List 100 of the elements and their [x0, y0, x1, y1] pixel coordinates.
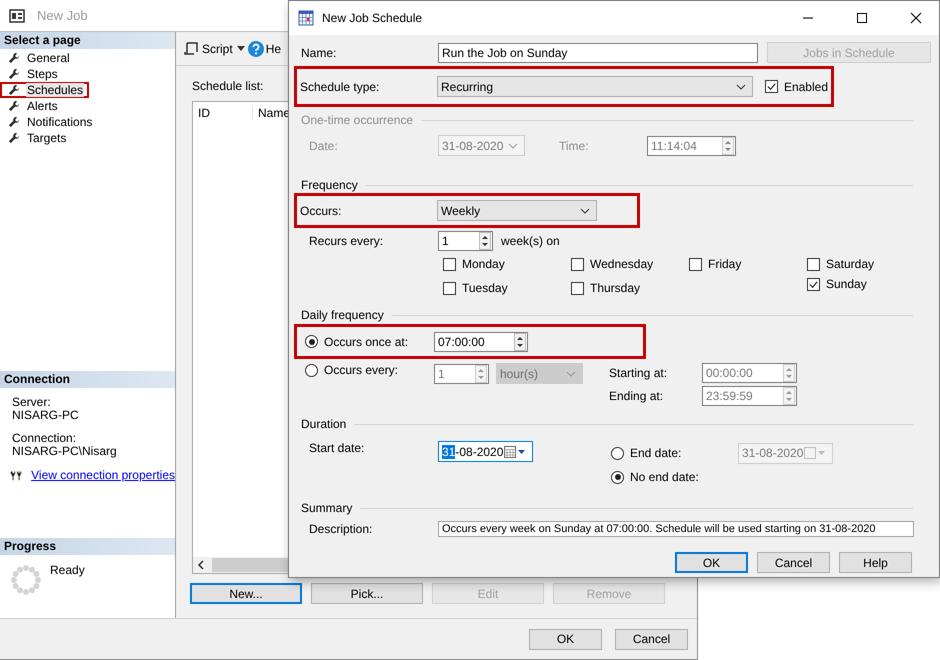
page-item[interactable]: Targets — [0, 130, 72, 146]
starting-at-label: Starting at: — [609, 366, 668, 380]
help-icon — [248, 40, 264, 56]
time-spin-field[interactable]: 07:00:00 — [434, 332, 528, 352]
list-button[interactable]: New... — [190, 583, 302, 604]
page-item[interactable]: Alerts — [0, 98, 64, 114]
radio-button[interactable] — [611, 470, 624, 484]
radio-button[interactable] — [305, 364, 318, 376]
checkbox[interactable] — [443, 282, 456, 294]
name-field[interactable]: Run the Job on Sunday — [438, 42, 758, 62]
recurs-unit: week(s) on — [501, 234, 560, 248]
maximize-icon[interactable] — [856, 12, 868, 24]
time-label: Time: — [558, 138, 590, 152]
spin-arrows-icon — [479, 232, 491, 250]
server-label: Server: — [12, 396, 52, 409]
chevron-down-icon — [566, 370, 576, 376]
occurs-dropdown[interactable]: Weekly — [437, 200, 597, 221]
radio-label: No end date: — [630, 470, 699, 484]
spin-arrows-icon — [783, 364, 795, 382]
checkbox-label: Saturday — [826, 257, 874, 271]
occurs-label: Occurs: — [300, 204, 342, 218]
date-label: Date: — [309, 138, 339, 152]
radio-label: End date: — [630, 446, 682, 460]
connection-label: Connection: — [12, 432, 78, 445]
script-icon — [183, 40, 199, 56]
checkbox-label: Friday — [708, 257, 742, 271]
wrench-icon — [8, 84, 20, 96]
checkbox-label: Thursday — [590, 281, 640, 295]
schedule-list-label: Schedule list: — [192, 80, 264, 93]
time-spin-field[interactable]: 23:59:59 — [702, 386, 797, 406]
checkbox[interactable] — [443, 258, 456, 270]
group-title: Daily frequency — [301, 308, 384, 322]
scroll-thumb[interactable] — [212, 558, 290, 572]
name-label: Name: — [301, 46, 338, 60]
checkbox-label: Sunday — [826, 277, 867, 291]
radio-button[interactable] — [305, 335, 318, 348]
help-toolbar-button[interactable]: He — [248, 40, 282, 56]
checkbox-label: Wednesday — [590, 257, 654, 271]
section-header: Select a page — [0, 32, 175, 49]
wrench-icon — [8, 52, 20, 64]
end-date-field[interactable]: 31-08-2020 — [738, 442, 833, 464]
checkbox[interactable] — [571, 258, 584, 270]
group-title: Duration — [301, 417, 346, 431]
wrench-icon — [8, 68, 20, 80]
time-spin-field[interactable]: 00:00:00 — [702, 363, 797, 383]
description-field[interactable]: Occurs every week on Sunday at 07:00:00. Schedule will be used starting on 31-08-2020 — [438, 521, 914, 537]
calendar-dropdown-icon — [504, 446, 526, 458]
caret-icon[interactable] — [236, 46, 245, 51]
calendar-dropdown-icon — [804, 447, 826, 459]
dialog-button[interactable]: OK — [529, 628, 602, 650]
checkbox-label: Enabled — [784, 80, 828, 94]
section-header: Progress — [0, 538, 175, 555]
dialog-button[interactable]: Help — [839, 552, 912, 573]
list-button[interactable]: Pick... — [311, 583, 423, 604]
window-title: New Job — [37, 8, 88, 23]
window-icon — [9, 8, 25, 24]
wrench-icon — [8, 116, 20, 128]
group-title: Summary — [301, 501, 352, 515]
close-icon[interactable] — [910, 12, 922, 24]
group-title: Frequency — [301, 178, 358, 192]
wrench-icon — [8, 132, 20, 144]
radio-label: Occurs every: — [324, 363, 398, 377]
checkbox[interactable] — [807, 278, 820, 290]
page-item[interactable]: General — [0, 50, 76, 66]
start-date-field[interactable]: 31-08-2020 — [438, 441, 533, 462]
start-date-label: Start date: — [309, 441, 366, 455]
chevron-down-icon — [508, 142, 518, 148]
connection-properties-link[interactable]: View connection properties — [31, 468, 175, 482]
group-title: One-time occurrence — [301, 113, 414, 127]
radio-label: Occurs once at: — [324, 334, 408, 348]
checkbox[interactable] — [571, 282, 584, 294]
recurs-label: Recurs every: — [309, 234, 384, 248]
checkbox[interactable] — [807, 258, 820, 270]
progress-spinner-icon — [10, 564, 42, 596]
chevron-down-icon — [736, 84, 746, 90]
wrench-icon — [8, 100, 20, 112]
scroll-left-icon[interactable] — [197, 560, 205, 570]
dialog-button[interactable]: OK — [675, 552, 748, 573]
column-header[interactable]: ID — [193, 106, 253, 120]
checkbox-label: Monday — [462, 257, 505, 271]
checkbox-label: Tuesday — [462, 281, 508, 295]
script-button[interactable]: Script — [183, 40, 233, 56]
progress-status: Ready — [50, 564, 85, 577]
recurs-spin-field[interactable]: 1 — [438, 231, 493, 251]
schedule-type-label: Schedule type: — [300, 80, 380, 94]
spin-arrows-icon — [514, 332, 526, 350]
dialog-button[interactable]: Cancel — [615, 628, 688, 650]
section-header: Connection — [0, 371, 175, 388]
radio-button[interactable] — [611, 446, 624, 460]
connection-name: NISARG-PC\Nisarg — [12, 445, 118, 458]
horizontal-scrollbar[interactable] — [193, 557, 290, 573]
interval-spin-field[interactable]: 1 — [434, 364, 489, 384]
schedule-type-dropdown[interactable]: Recurring — [437, 76, 753, 97]
page-item[interactable]: Notifications — [0, 114, 98, 130]
description-label: Description: — [309, 522, 374, 536]
page-item[interactable]: Steps — [0, 66, 64, 82]
page-item[interactable]: Schedules — [0, 82, 90, 98]
checkbox[interactable] — [764, 80, 778, 93]
checkbox[interactable] — [689, 258, 702, 270]
dialog-button[interactable]: Cancel — [757, 552, 830, 573]
